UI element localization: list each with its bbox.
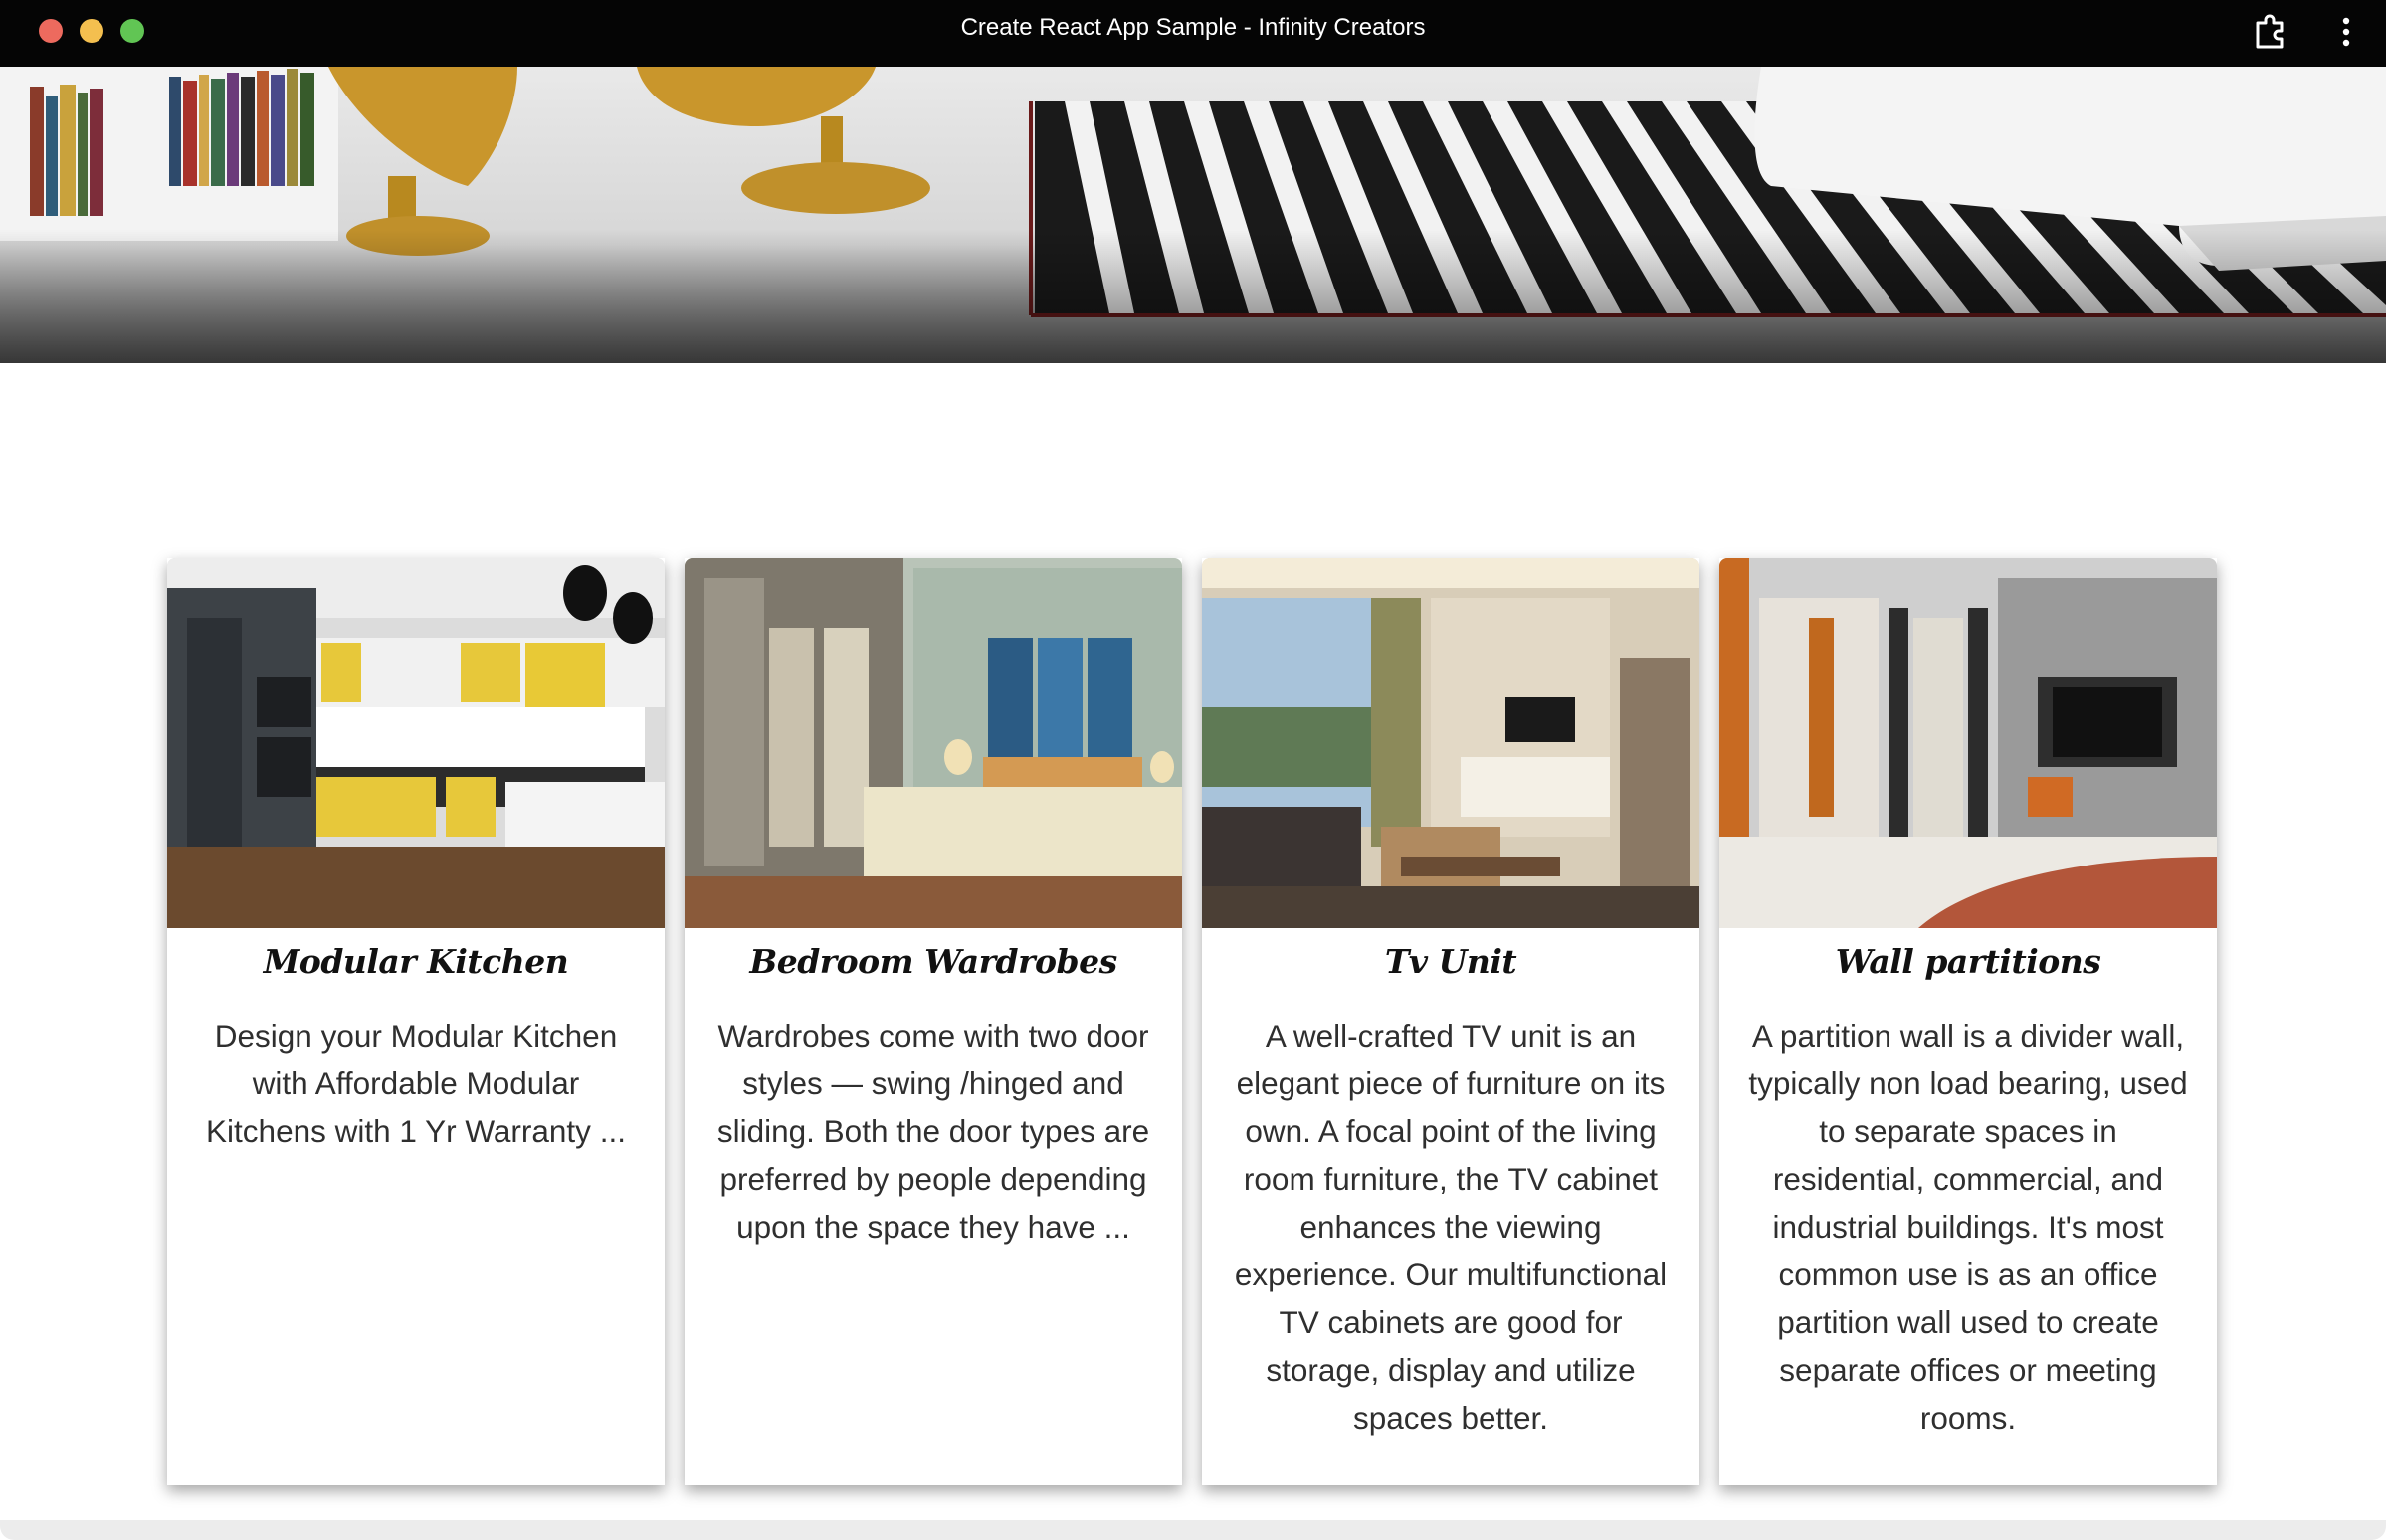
service-card-tv-unit[interactable]: Tv Unit A well-crafted TV unit is an ele… bbox=[1202, 558, 1699, 1485]
bedroom-wardrobe-photo bbox=[685, 558, 1182, 928]
browser-window: Create React App Sample - Infinity Creat… bbox=[0, 0, 2386, 1540]
modular-kitchen-photo bbox=[167, 558, 665, 928]
tv-unit-photo bbox=[1202, 558, 1699, 928]
card-description: Wardrobes come with two door styles — sw… bbox=[716, 1018, 1150, 1245]
hero-banner bbox=[0, 67, 2386, 363]
service-card-modular-kitchen[interactable]: Modular Kitchen Design your Modular Kitc… bbox=[167, 558, 665, 1485]
service-card-wall-partitions[interactable]: Wall partitions A partition wall is a di… bbox=[1719, 558, 2217, 1485]
card-description: A partition wall is a divider wall, typi… bbox=[1748, 1018, 2188, 1436]
puzzle-extension-icon[interactable] bbox=[2252, 13, 2289, 51]
window-title: Create React App Sample - Infinity Creat… bbox=[960, 14, 1426, 41]
card-title: Tv Unit bbox=[1384, 942, 1517, 981]
living-room-banner bbox=[0, 67, 2386, 363]
wall-partition-photo bbox=[1719, 558, 2217, 928]
card-description: A well-crafted TV unit is an elegant pie… bbox=[1234, 1018, 1668, 1436]
card-title: Wall partitions bbox=[1835, 942, 2101, 981]
window-bottom-edge bbox=[0, 1520, 2386, 1540]
title-bar: Create React App Sample - Infinity Creat… bbox=[0, 0, 2386, 67]
service-card-bedroom-wardrobes[interactable]: Bedroom Wardrobes Wardrobes come with tw… bbox=[685, 558, 1182, 1485]
vertical-ellipsis-icon[interactable] bbox=[2331, 13, 2361, 51]
card-title: Bedroom Wardrobes bbox=[749, 942, 1117, 981]
card-description: Design your Modular Kitchen with Afforda… bbox=[206, 1018, 626, 1149]
card-title: Modular Kitchen bbox=[263, 942, 569, 981]
